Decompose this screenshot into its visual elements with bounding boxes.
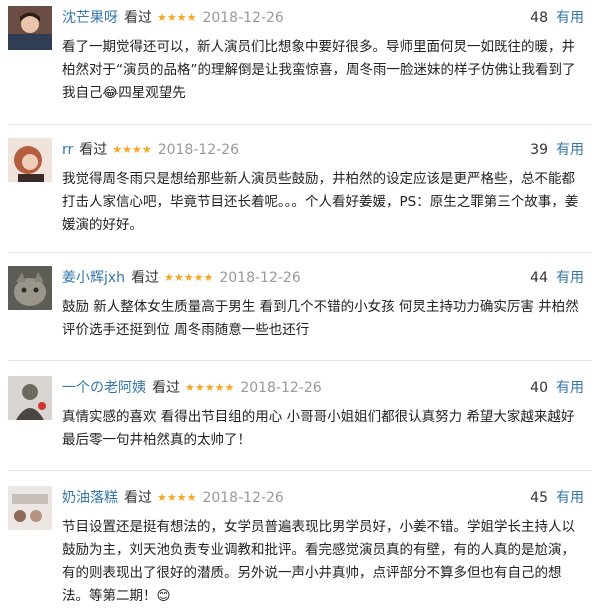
vote-area: 45 有用 bbox=[530, 488, 584, 508]
watched-label: 看过 bbox=[79, 142, 108, 158]
review-date: 2018-12-26 bbox=[157, 142, 240, 158]
review-text: 看了一期觉得还可以，新人演员们比想象中要好很多。导师里面何炅一如既往的暖，井柏然… bbox=[62, 39, 576, 101]
avatar[interactable] bbox=[8, 266, 52, 310]
useful-button[interactable]: 有用 bbox=[556, 142, 584, 158]
username-link[interactable]: 一个の老阿姨 bbox=[62, 380, 146, 396]
useful-button[interactable]: 有用 bbox=[556, 380, 584, 396]
review-item: 奶油落糕 看过 ★★★★ 2018-12-26 45 有用 节目设置还是挺有想法的，女学… bbox=[0, 486, 600, 611]
watched-label: 看过 bbox=[152, 380, 180, 396]
rating-stars: ★★★★ bbox=[157, 11, 197, 24]
review-meta: 姜小辉jxh 看过 ★★★★★ 2018-12-26 bbox=[62, 268, 301, 288]
review-date: 2018-12-26 bbox=[219, 270, 301, 286]
username-link[interactable]: 姜小辉jxh bbox=[62, 270, 125, 286]
review-meta: rr 看过 ★★★★ 2018-12-26 bbox=[62, 140, 239, 160]
rating-stars: ★★★★ bbox=[157, 491, 197, 504]
review-text: 真情实感的喜欢 看得出节目组的用心 小哥哥小姐姐们都很认真努力 希望大家越来越好… bbox=[62, 409, 575, 448]
review-item: rr 看过 ★★★★ 2018-12-26 39 有用 我觉得周冬雨只是想给那些新人演员… bbox=[0, 138, 600, 250]
avatar[interactable] bbox=[8, 486, 52, 530]
vote-count: 44 bbox=[530, 270, 548, 286]
useful-button[interactable]: 有用 bbox=[556, 10, 584, 26]
vote-count: 48 bbox=[530, 10, 548, 26]
username-link[interactable]: 奶油落糕 bbox=[62, 490, 118, 506]
vote-area: 39 有用 bbox=[530, 140, 584, 160]
avatar[interactable] bbox=[8, 376, 52, 420]
watched-label: 看过 bbox=[124, 10, 152, 26]
avatar[interactable] bbox=[8, 138, 52, 182]
review-list: 沈芒果呀 看过 ★★★★ 2018-12-26 48 有用 看了一期觉得还可以，新人演员… bbox=[0, 0, 600, 611]
username-link[interactable]: 沈芒果呀 bbox=[62, 10, 118, 26]
review-text: 我觉得周冬雨只是想给那些新人演员些鼓励，井柏然的设定应该是更严格些，总不能都打击… bbox=[62, 171, 579, 233]
vote-count: 45 bbox=[530, 490, 548, 506]
useful-button[interactable]: 有用 bbox=[556, 270, 584, 286]
review-date: 2018-12-26 bbox=[240, 380, 322, 396]
username-link[interactable]: rr bbox=[62, 142, 73, 158]
review-item: 一个の老阿姨 看过 ★★★★★ 2018-12-26 40 有用 真情实感的喜欢 看得出… bbox=[0, 376, 600, 476]
avatar[interactable] bbox=[8, 6, 52, 50]
rating-stars: ★★★★★ bbox=[164, 271, 214, 284]
divider bbox=[8, 470, 592, 471]
divider bbox=[8, 360, 592, 361]
review-date: 2018-12-26 bbox=[202, 10, 284, 26]
rating-stars: ★★★★★ bbox=[185, 381, 235, 394]
vote-area: 48 有用 bbox=[530, 8, 584, 28]
review-date: 2018-12-26 bbox=[202, 490, 284, 506]
review-text: 节目设置还是挺有想法的，女学员普遍表现比男学员好，小姜不错。学姐学长主持人以鼓励… bbox=[62, 519, 575, 604]
review-text: 鼓励 新人整体女生质量高于男生 看到几个不错的小女孩 何炅主持功力确实厉害 井柏… bbox=[62, 299, 579, 338]
divider bbox=[8, 252, 592, 253]
review-meta: 奶油落糕 看过 ★★★★ 2018-12-26 bbox=[62, 488, 284, 508]
vote-area: 44 有用 bbox=[530, 268, 584, 288]
divider bbox=[8, 124, 592, 125]
review-meta: 一个の老阿姨 看过 ★★★★★ 2018-12-26 bbox=[62, 378, 322, 398]
watched-label: 看过 bbox=[131, 270, 160, 286]
useful-button[interactable]: 有用 bbox=[556, 490, 584, 506]
vote-count: 40 bbox=[530, 380, 548, 396]
review-meta: 沈芒果呀 看过 ★★★★ 2018-12-26 bbox=[62, 8, 284, 28]
review-item: 沈芒果呀 看过 ★★★★ 2018-12-26 48 有用 看了一期觉得还可以，新人演员… bbox=[0, 6, 600, 118]
vote-count: 39 bbox=[530, 142, 548, 158]
vote-area: 40 有用 bbox=[530, 378, 584, 398]
rating-stars: ★★★★ bbox=[112, 143, 152, 156]
review-item: 姜小辉jxh 看过 ★★★★★ 2018-12-26 44 有用 鼓励 新人整体女生质量… bbox=[0, 266, 600, 366]
watched-label: 看过 bbox=[124, 490, 152, 506]
